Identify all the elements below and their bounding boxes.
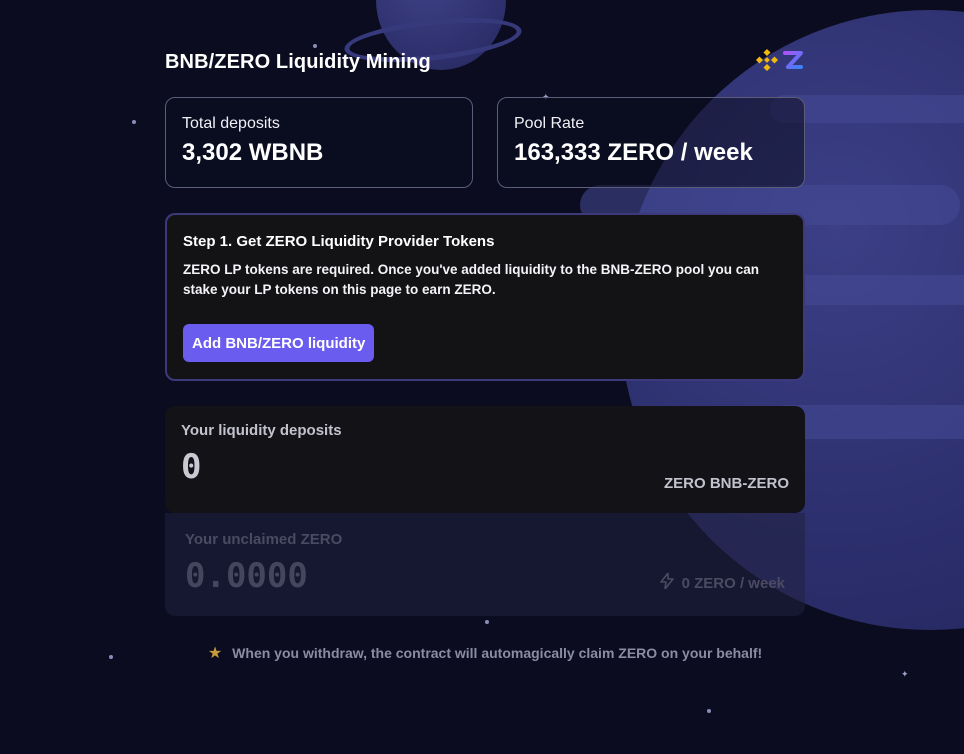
- binance-icon: [755, 48, 779, 77]
- pool-rate-value: 163,333 ZERO / week: [514, 139, 753, 166]
- withdraw-notice: ★ When you withdraw, the contract will a…: [165, 643, 805, 663]
- pool-rate-label: Pool Rate: [514, 115, 585, 132]
- stats-row: Total deposits 3,302 WBNB Pool Rate 163,…: [165, 97, 805, 188]
- liquidity-deposits-card: Your liquidity deposits 0 ZERO BNB-ZERO: [165, 406, 805, 513]
- step-title: Step 1. Get ZERO Liquidity Provider Toke…: [183, 233, 495, 250]
- zero-icon: [781, 48, 805, 77]
- pair-logo: [755, 48, 805, 77]
- total-deposits-label: Total deposits: [182, 115, 280, 132]
- main-content: BNB/ZERO Liquidity Mining Total deposits…: [165, 46, 805, 663]
- unclaimed-zero-card: Your unclaimed ZERO 0.0000 0 ZERO / week: [165, 513, 805, 616]
- unclaimed-zero-label: Your unclaimed ZERO: [185, 531, 343, 548]
- step-description: ZERO LP tokens are required. Once you've…: [183, 262, 760, 297]
- total-deposits-card: Total deposits 3,302 WBNB: [165, 97, 473, 188]
- star-icon: ★: [207, 645, 223, 662]
- withdraw-notice-text: When you withdraw, the contract will aut…: [232, 645, 763, 661]
- add-liquidity-button[interactable]: Add BNB/ZERO liquidity: [183, 324, 375, 362]
- step-card: Step 1. Get ZERO Liquidity Provider Toke…: [165, 213, 805, 381]
- header: BNB/ZERO Liquidity Mining: [165, 46, 805, 78]
- liquidity-deposits-unit: ZERO BNB-ZERO: [664, 475, 789, 492]
- pool-rate-card: Pool Rate 163,333 ZERO / week: [497, 97, 805, 188]
- reward-rate: 0 ZERO / week: [659, 572, 785, 594]
- liquidity-deposits-label: Your liquidity deposits: [181, 422, 342, 439]
- lightning-icon: [659, 572, 674, 594]
- total-deposits-value: 3,302 WBNB: [182, 139, 324, 166]
- page-title: BNB/ZERO Liquidity Mining: [165, 50, 431, 73]
- reward-rate-text: 0 ZERO / week: [681, 575, 785, 592]
